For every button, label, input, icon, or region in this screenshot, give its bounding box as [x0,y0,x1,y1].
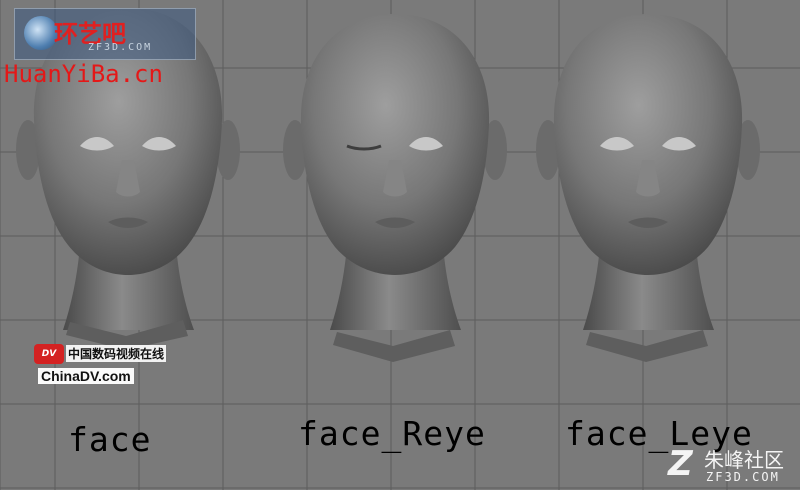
zf3d-cn-text: 朱峰社区 [704,448,784,472]
head-face-leye [536,14,760,362]
chinadv-cn-text: 中国数码视频在线 [66,345,167,362]
head-face-reye [283,14,507,362]
huanyiba-watermark: 环艺吧 ZF3D.COM HuanYiBa.cn [4,8,196,88]
chinadv-watermark: DV 中国数码视频在线 ChinaDV.com [30,342,170,386]
model-label-face: face [68,420,152,459]
dv-logo-icon: DV [34,344,64,364]
model-label-face-reye: face_Reye [298,414,486,453]
zf3d-watermark: Z 朱峰社区 ZF3D.COM [664,440,800,490]
zf3d-en-text: ZF3D.COM [706,470,780,484]
chinadv-en-text: ChinaDV.com [38,368,134,384]
globe-logo-icon [24,16,58,50]
watermark-sub-text: ZF3D.COM [88,42,153,53]
watermark-en-text: HuanYiBa.cn [4,60,163,88]
maya-viewport[interactable]: face face_Reye face_Leye 环艺吧 ZF3D.COM Hu… [0,0,800,490]
zf3d-logo-icon: Z [668,444,693,484]
